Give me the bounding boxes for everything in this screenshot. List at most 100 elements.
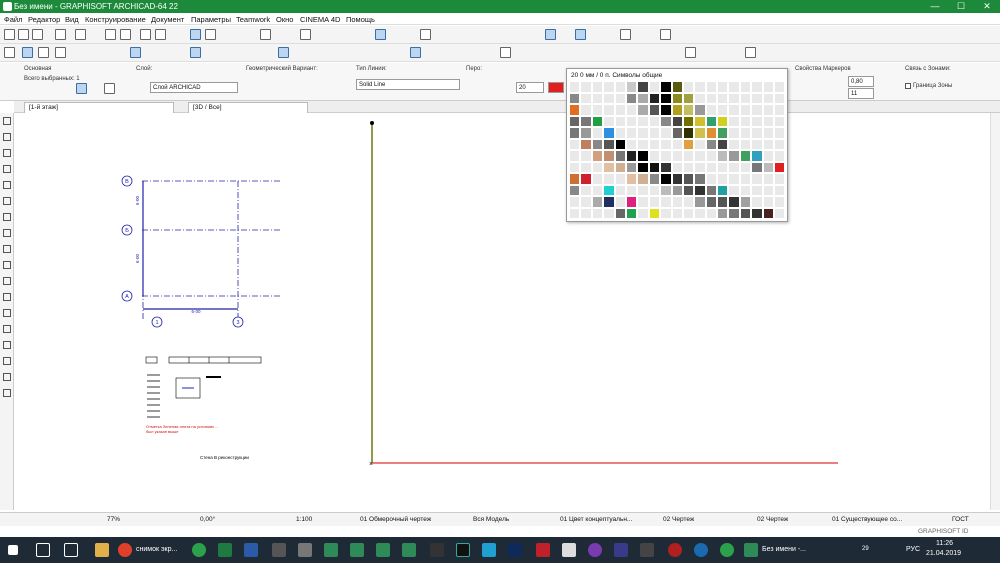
pen-color-cell[interactable] bbox=[591, 115, 604, 127]
line-style-icon[interactable] bbox=[104, 83, 115, 94]
task-view-icon[interactable] bbox=[64, 543, 78, 557]
pen-color-cell[interactable] bbox=[580, 138, 592, 150]
slab-icon[interactable] bbox=[3, 245, 11, 253]
word-icon[interactable] bbox=[244, 543, 258, 557]
pen-color-cell[interactable] bbox=[739, 115, 752, 127]
mesh-icon[interactable] bbox=[3, 341, 11, 349]
pen-color-cell[interactable] bbox=[705, 115, 718, 127]
pen-color-cell[interactable] bbox=[603, 196, 615, 208]
pen-color-cell[interactable] bbox=[603, 138, 615, 150]
pen-color-cell[interactable] bbox=[694, 173, 706, 185]
pen-color-cell[interactable] bbox=[762, 81, 775, 93]
pen-color-cell[interactable] bbox=[751, 127, 763, 139]
acrobat-icon[interactable] bbox=[536, 543, 550, 557]
pen-input[interactable]: 20 bbox=[516, 82, 544, 93]
pen-color-cell[interactable] bbox=[774, 104, 786, 116]
pen-color-cell[interactable] bbox=[625, 104, 638, 116]
linetype-select[interactable]: Solid Line bbox=[356, 79, 460, 90]
file-icon[interactable] bbox=[562, 543, 576, 557]
pen-color-cell[interactable] bbox=[580, 81, 592, 93]
steam-icon[interactable] bbox=[456, 543, 470, 557]
pen-color-cell[interactable] bbox=[580, 196, 592, 208]
scale-value[interactable]: 1:100 bbox=[296, 516, 312, 523]
pen-color-cell[interactable] bbox=[660, 173, 672, 185]
pen-color-cell[interactable] bbox=[648, 173, 661, 185]
chrome-icon[interactable] bbox=[118, 543, 132, 557]
beam-icon[interactable] bbox=[3, 261, 11, 269]
pen-color-cell[interactable] bbox=[614, 161, 626, 173]
pen-color-cell[interactable] bbox=[614, 196, 626, 208]
pen-color-cell[interactable] bbox=[660, 161, 672, 173]
app-icon[interactable] bbox=[430, 543, 444, 557]
select-mode-icon[interactable] bbox=[4, 47, 15, 58]
pen-color-cell[interactable] bbox=[637, 184, 649, 196]
pen-color-cell[interactable] bbox=[625, 219, 638, 221]
dimension-standard[interactable]: ГОСТ bbox=[952, 516, 969, 523]
pen-color-cell[interactable] bbox=[774, 173, 786, 185]
pen-color-cell[interactable] bbox=[625, 81, 638, 93]
pen-color-cell[interactable] bbox=[569, 207, 581, 219]
grid-icon[interactable] bbox=[205, 29, 216, 40]
pen-color-cell[interactable] bbox=[694, 184, 706, 196]
wall-icon[interactable] bbox=[3, 117, 11, 125]
pen-color-cell[interactable] bbox=[728, 127, 740, 139]
pen-color-cell[interactable] bbox=[569, 161, 581, 173]
wall-tool-icon[interactable] bbox=[190, 47, 201, 58]
menu-window[interactable]: Окно bbox=[276, 15, 293, 24]
zone-checkbox[interactable] bbox=[905, 83, 911, 89]
pen-color-cell[interactable] bbox=[580, 161, 592, 173]
pen-color-cell[interactable] bbox=[648, 161, 661, 173]
pen-color-cell[interactable] bbox=[580, 150, 592, 162]
pen-color-cell[interactable] bbox=[660, 115, 672, 127]
pen-color-cell[interactable] bbox=[637, 219, 649, 221]
pen-color-cell[interactable] bbox=[682, 138, 695, 150]
archicad-2-icon[interactable] bbox=[376, 543, 390, 557]
pen-color-cell[interactable] bbox=[569, 184, 581, 196]
pen-color-cell[interactable] bbox=[751, 196, 763, 208]
pen-color-cell[interactable] bbox=[625, 92, 638, 104]
pen-color-cell[interactable] bbox=[591, 150, 604, 162]
dimension-icon[interactable] bbox=[3, 373, 11, 381]
pen-color-cell[interactable] bbox=[694, 138, 706, 150]
arc-tool-icon[interactable] bbox=[500, 47, 511, 58]
pen-color-cell[interactable] bbox=[694, 207, 706, 219]
pen-color-cell[interactable] bbox=[705, 138, 718, 150]
viber-icon[interactable] bbox=[588, 543, 602, 557]
pen-color-cell[interactable] bbox=[705, 127, 718, 139]
pen-color-cell[interactable] bbox=[591, 127, 604, 139]
pen-color-cell[interactable] bbox=[728, 81, 740, 93]
excel-icon[interactable] bbox=[218, 543, 232, 557]
windows-start-icon[interactable] bbox=[8, 545, 18, 555]
pen-color-cell[interactable] bbox=[728, 104, 740, 116]
pen-color-cell[interactable] bbox=[603, 161, 615, 173]
pen-color-cell[interactable] bbox=[762, 115, 775, 127]
menu-edit[interactable]: Редактор bbox=[28, 15, 60, 24]
zoom-value[interactable]: 77% bbox=[107, 516, 120, 523]
pen-color-cell[interactable] bbox=[717, 196, 729, 208]
pen-color-cell[interactable] bbox=[671, 196, 683, 208]
pen-color-cell[interactable] bbox=[705, 184, 718, 196]
pen-color-cell[interactable] bbox=[569, 138, 581, 150]
pen-color-cell[interactable] bbox=[682, 161, 695, 173]
pen-color-cell[interactable] bbox=[717, 161, 729, 173]
pen-color-grid[interactable] bbox=[569, 81, 787, 221]
floor-plan-icon[interactable] bbox=[140, 29, 151, 40]
pen-color-cell[interactable] bbox=[739, 173, 752, 185]
pen-color-cell[interactable] bbox=[614, 104, 626, 116]
trace-icon[interactable] bbox=[260, 29, 271, 40]
print-icon[interactable] bbox=[55, 29, 66, 40]
pen-color-cell[interactable] bbox=[694, 150, 706, 162]
pen-color-cell[interactable] bbox=[580, 104, 592, 116]
pen-color-cell[interactable] bbox=[739, 161, 752, 173]
line-tool-icon[interactable] bbox=[278, 47, 289, 58]
pen-color-cell[interactable] bbox=[580, 92, 592, 104]
pen-color-cell[interactable] bbox=[614, 127, 626, 139]
pen-color-cell[interactable] bbox=[660, 92, 672, 104]
pen-color-cell[interactable] bbox=[569, 219, 581, 221]
renovation-filter[interactable]: 01 Существующее со... bbox=[832, 516, 902, 523]
pen-color-cell[interactable] bbox=[603, 184, 615, 196]
window-icon[interactable] bbox=[3, 149, 11, 157]
cut-icon[interactable] bbox=[75, 29, 86, 40]
pen-color-cell[interactable] bbox=[717, 207, 729, 219]
pen-color-cell[interactable] bbox=[717, 184, 729, 196]
